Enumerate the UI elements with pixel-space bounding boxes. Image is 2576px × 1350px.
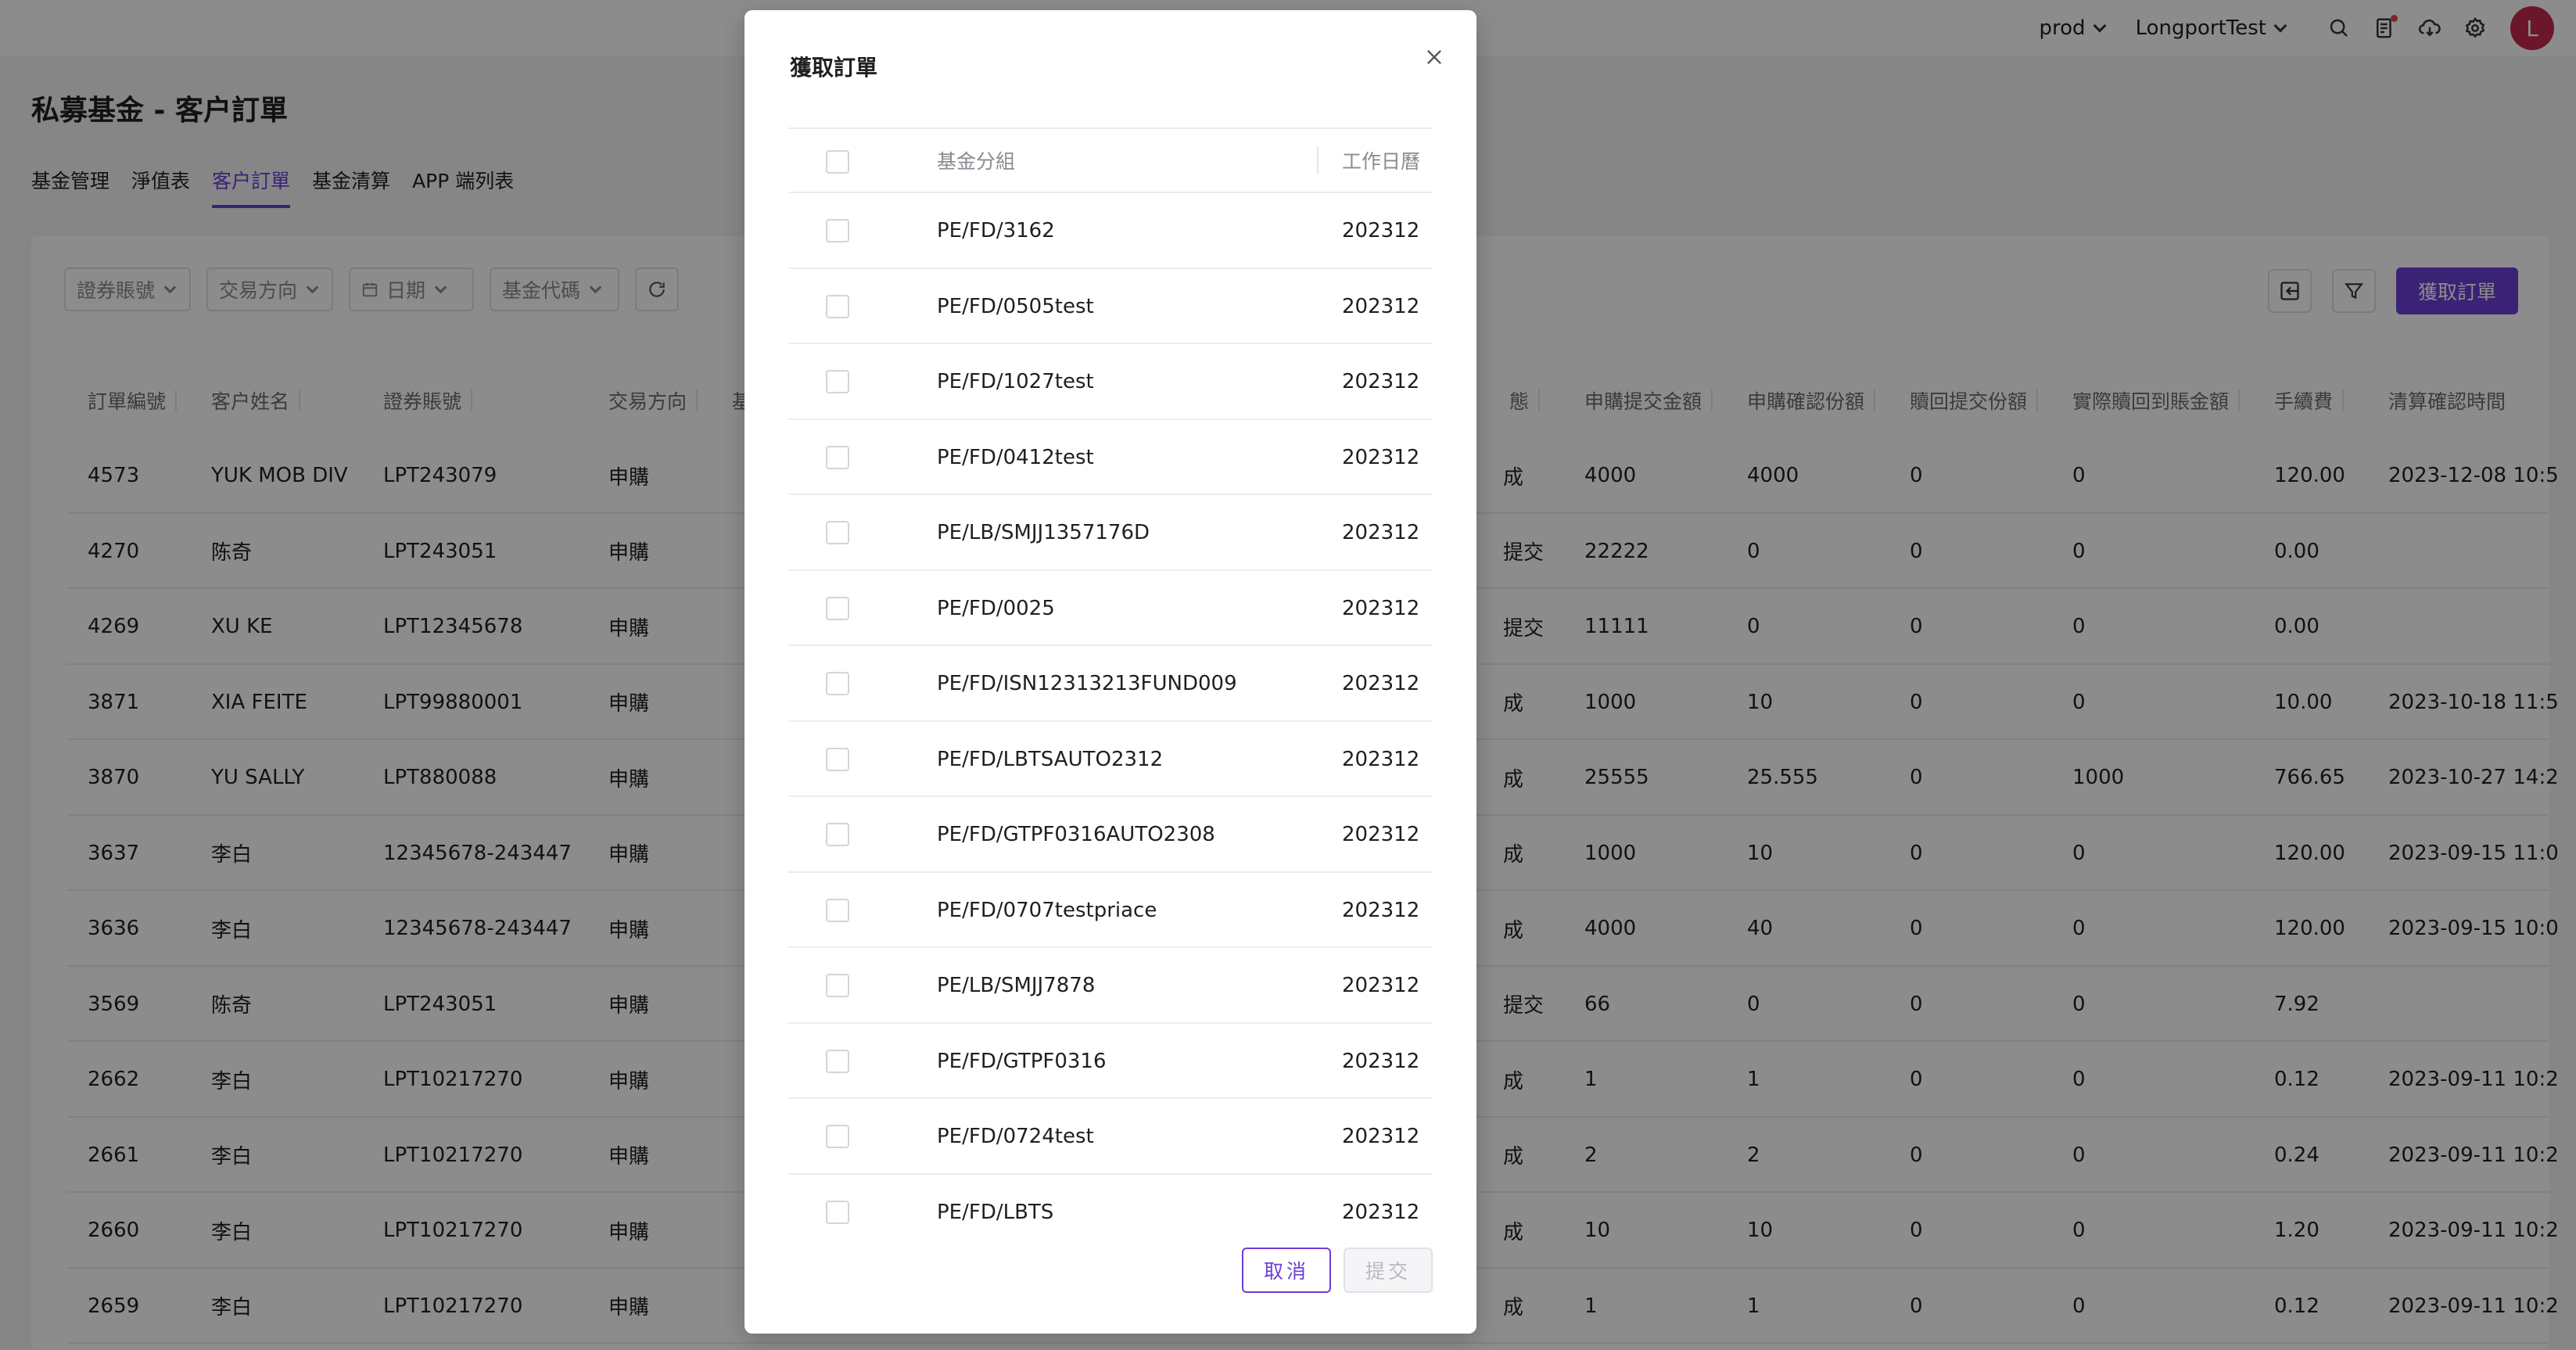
work-calendar-cell: 202312: [1342, 219, 1420, 242]
work-calendar-cell: 202312: [1342, 370, 1420, 393]
work-calendar-cell: 202312: [1342, 445, 1420, 469]
fund-group-row[interactable]: PE/FD/0724test 202312: [788, 1099, 1433, 1175]
row-checkbox[interactable]: [826, 370, 849, 393]
fund-group-row[interactable]: PE/FD/0025 202312: [788, 571, 1433, 646]
fund-group-row[interactable]: PE/FD/0412test 202312: [788, 420, 1433, 495]
fund-group-cell: PE/LB/SMJJ1357176D: [937, 521, 1150, 544]
fund-group-cell: PE/FD/0412test: [937, 445, 1094, 469]
fund-group-row[interactable]: PE/LB/SMJJ1357176D 202312: [788, 495, 1433, 571]
fund-group-cell: PE/FD/GTPF0316AUTO2308: [937, 823, 1215, 846]
column-divider: [1317, 146, 1318, 174]
fund-group-row[interactable]: PE/FD/ISN12313213FUND009 202312: [788, 646, 1433, 722]
fund-group-cell: PE/FD/GTPF0316: [937, 1049, 1107, 1073]
fund-group-row[interactable]: PE/FD/3162 202312: [788, 193, 1433, 269]
work-calendar-cell: 202312: [1342, 974, 1420, 997]
work-calendar-cell: 202312: [1342, 672, 1420, 695]
fetch-orders-modal: 獲取訂單 基金分組 工作日曆 PE/FD/3162 202312 PE/FD/050…: [744, 10, 1476, 1334]
fund-group-cell: PE/FD/3162: [937, 219, 1055, 242]
col-fund-group: 基金分組: [937, 150, 1016, 173]
row-checkbox[interactable]: [826, 974, 849, 997]
work-calendar-cell: 202312: [1342, 294, 1420, 318]
work-calendar-cell: 202312: [1342, 1200, 1420, 1224]
close-icon: [1427, 50, 1441, 64]
row-checkbox[interactable]: [826, 747, 849, 771]
fund-group-cell: PE/FD/0505test: [937, 294, 1094, 318]
work-calendar-cell: 202312: [1342, 898, 1420, 922]
fund-group-row[interactable]: PE/FD/1027test 202312: [788, 344, 1433, 420]
close-button[interactable]: [1415, 38, 1453, 76]
modal-table-body[interactable]: PE/FD/3162 202312 PE/FD/0505test 202312 PE/F…: [788, 193, 1433, 1243]
work-calendar-cell: 202312: [1342, 596, 1420, 620]
row-checkbox[interactable]: [826, 1200, 849, 1224]
modal-title: 獲取訂單: [790, 55, 878, 81]
row-checkbox[interactable]: [826, 898, 849, 922]
fund-group-row[interactable]: PE/FD/0707testpriace 202312: [788, 873, 1433, 948]
fund-group-cell: PE/FD/1027test: [937, 370, 1094, 393]
modal-footer: 取消 提交: [1241, 1248, 1433, 1293]
row-checkbox[interactable]: [826, 219, 849, 242]
row-checkbox[interactable]: [826, 521, 849, 544]
fund-group-cell: PE/FD/0707testpriace: [937, 898, 1157, 922]
fund-group-cell: PE/FD/ISN12313213FUND009: [937, 672, 1237, 695]
work-calendar-cell: 202312: [1342, 747, 1420, 771]
work-calendar-cell: 202312: [1342, 1125, 1420, 1148]
fund-group-cell: PE/FD/0724test: [937, 1125, 1094, 1148]
work-calendar-cell: 202312: [1342, 521, 1420, 544]
fund-group-row[interactable]: PE/FD/GTPF0316 202312: [788, 1024, 1433, 1099]
fund-group-row[interactable]: PE/FD/GTPF0316AUTO2308 202312: [788, 797, 1433, 873]
work-calendar-cell: 202312: [1342, 823, 1420, 846]
work-calendar-cell: 202312: [1342, 1049, 1420, 1073]
modal-table-header: 基金分組 工作日曆: [788, 127, 1433, 193]
fund-group-row[interactable]: PE/FD/LBTSAUTO2312 202312: [788, 722, 1433, 797]
row-checkbox[interactable]: [826, 1049, 849, 1073]
col-work-calendar: 工作日曆: [1342, 150, 1421, 173]
fund-group-row[interactable]: PE/FD/0505test 202312: [788, 269, 1433, 344]
fund-group-cell: PE/FD/LBTSAUTO2312: [937, 747, 1164, 771]
row-checkbox[interactable]: [826, 445, 849, 469]
row-checkbox[interactable]: [826, 1125, 849, 1148]
row-checkbox[interactable]: [826, 294, 849, 318]
fund-group-cell: PE/FD/LBTS: [937, 1200, 1054, 1224]
row-checkbox[interactable]: [826, 823, 849, 846]
row-checkbox[interactable]: [826, 672, 849, 695]
select-all-checkbox[interactable]: [826, 150, 849, 174]
submit-button[interactable]: 提交: [1343, 1248, 1433, 1293]
row-checkbox[interactable]: [826, 596, 849, 620]
cancel-button[interactable]: 取消: [1241, 1248, 1331, 1293]
fund-group-row[interactable]: PE/LB/SMJJ7878 202312: [788, 948, 1433, 1024]
fund-group-cell: PE/FD/0025: [937, 596, 1055, 620]
fund-group-cell: PE/LB/SMJJ7878: [937, 974, 1096, 997]
fund-group-row[interactable]: PE/FD/LBTS 202312: [788, 1175, 1433, 1244]
